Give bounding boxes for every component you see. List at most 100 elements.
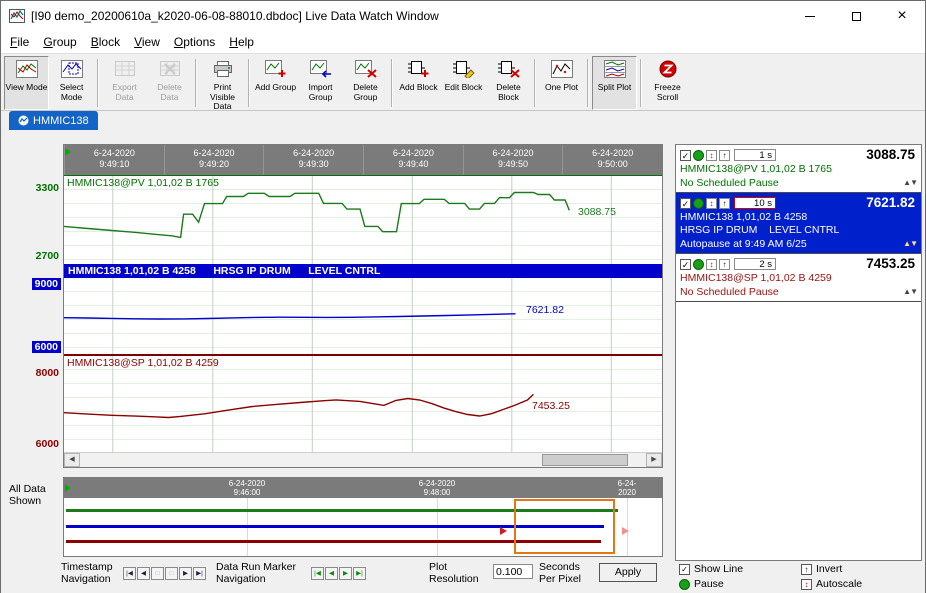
timestamp-page-back-button[interactable]: □	[151, 567, 164, 580]
show-line-checkbox[interactable]: ✓	[680, 259, 691, 270]
current-value: 7453.25	[866, 256, 915, 271]
toolbar-separator	[391, 59, 393, 107]
maximize-button[interactable]	[833, 1, 879, 31]
plot-pv: HMMIC138@PV 1,01,02 B 1765 3088.75	[64, 175, 662, 264]
pause-indicator-icon[interactable]	[693, 259, 704, 270]
show-line-checkbox[interactable]: ✓	[680, 150, 691, 161]
pause-indicator-icon[interactable]	[693, 198, 704, 209]
edit-block-button[interactable]: Edit Block	[441, 56, 486, 110]
autoscale-icon[interactable]: ↕	[706, 150, 717, 161]
add-block-button[interactable]: Add Block	[396, 56, 441, 110]
print-visible-data-button[interactable]: Print Visible Data	[200, 56, 245, 110]
y-tick: 2700	[36, 250, 59, 262]
autoscale-icon[interactable]: ↕	[706, 259, 717, 270]
edit-block-icon	[453, 60, 475, 81]
block-descriptor-2: HRSG IP DRUM LEVEL CNTRL	[680, 224, 917, 237]
pause-indicator-icon[interactable]	[693, 150, 704, 161]
current-time-marker-icon	[65, 148, 71, 156]
delete-data-button: Delete Data	[147, 56, 192, 110]
sp-series-label: HMMIC138@SP 1,01,02 B 4259	[67, 357, 219, 369]
split-plot-button[interactable]: Split Plot	[592, 56, 637, 110]
watch-item-cntrl[interactable]: ✓ ↕ ↑ 10 s 7621.82 HMMIC138 1,01,02 B 42…	[676, 193, 921, 254]
menu-file[interactable]: File	[3, 33, 36, 51]
marker-next-button[interactable]: ▶	[339, 567, 352, 580]
selected-plot-title-bar[interactable]: HMMIC138 1,01,02 B 4258 HRSG IP DRUM LEV…	[64, 264, 662, 278]
freeze-scroll-button[interactable]: Freeze Scroll	[645, 56, 690, 110]
view-range-right-marker-icon[interactable]	[622, 527, 629, 535]
app-icon	[9, 8, 25, 24]
reorder-arrows-icon[interactable]: ▲▼	[903, 285, 917, 299]
invert-icon[interactable]: ↑	[719, 150, 730, 161]
scroll-right-button[interactable]: ▶	[646, 453, 662, 467]
y-tick: 6000	[32, 341, 61, 353]
pause-status: Autopause at 9:49 AM 6/25 ▲▼	[680, 237, 917, 251]
y-tick: 9000	[32, 278, 61, 290]
close-button[interactable]: ×	[879, 1, 925, 31]
tab-hmmic138[interactable]: HMMIC138	[9, 111, 98, 130]
overview-body[interactable]	[64, 498, 662, 556]
toolbar-separator	[195, 59, 197, 107]
import-group-button[interactable]: Import Group	[298, 56, 343, 110]
timestamp-page-fwd-button[interactable]: □	[165, 567, 178, 580]
pause-status: No Scheduled Pause ▲▼	[680, 285, 917, 299]
menu-group[interactable]: Group	[36, 33, 83, 51]
add-group-icon	[265, 60, 287, 81]
show-line-checkbox[interactable]: ✓	[680, 198, 691, 209]
sample-rate-box[interactable]: 2 s	[734, 258, 776, 270]
horizontal-scrollbar[interactable]: ◀ ▶	[64, 452, 662, 467]
marker-last-button[interactable]: ▶|	[353, 567, 366, 580]
bottom-controls: Timestamp Navigation |◀ ◀ □ □ ▶ ▶| Data …	[9, 559, 663, 593]
one-plot-button[interactable]: One Plot	[539, 56, 584, 110]
export-data-icon	[114, 60, 136, 81]
view-mode-button[interactable]: View Mode	[4, 56, 49, 110]
invert-icon[interactable]: ↑	[719, 259, 730, 270]
minimize-button[interactable]	[787, 1, 833, 31]
reorder-arrows-icon[interactable]: ▲▼	[903, 237, 917, 251]
sample-rate-box[interactable]: 1 s	[734, 149, 776, 161]
toolbar: View Mode Select Mode Export Data Delete…	[1, 53, 925, 111]
legend-invert: ↑ Invert	[801, 563, 842, 575]
marker-first-button[interactable]: |◀	[311, 567, 324, 580]
show-line-legend-checkbox-icon: ✓	[679, 564, 690, 575]
main-area: 3300 2700 9000 6000 8000 6000 6-24-2020 …	[1, 131, 925, 593]
time-tick: 6-24-2020 9:49:50	[463, 145, 563, 175]
timestamp-prev-button[interactable]: ◀	[137, 567, 150, 580]
time-axis-header: 6-24-2020 9:49:10 6-24-2020 9:49:20 6-24…	[64, 145, 662, 175]
timestamp-next-button[interactable]: ▶	[179, 567, 192, 580]
menu-block[interactable]: Block	[84, 33, 127, 51]
resolution-input[interactable]	[493, 564, 533, 579]
printer-icon	[212, 60, 234, 81]
legend-show-line: ✓ Show Line	[679, 563, 743, 575]
timestamp-first-button[interactable]: |◀	[123, 567, 136, 580]
import-group-icon	[310, 60, 332, 81]
units-label: Seconds Per Pixel	[539, 561, 581, 585]
menu-view[interactable]: View	[127, 33, 167, 51]
menu-help[interactable]: Help	[222, 33, 261, 51]
plot-area[interactable]: 6-24-2020 9:49:10 6-24-2020 9:49:20 6-24…	[63, 144, 663, 468]
scroll-left-button[interactable]: ◀	[64, 453, 80, 467]
overview-section: All Data Shown 6-24-2020 9:46:00 6-24-20…	[9, 477, 663, 558]
watch-item-sp[interactable]: ✓ ↕ ↑ 2 s 7453.25 HMMIC138@SP 1,01,02 B …	[676, 254, 921, 302]
marker-prev-button[interactable]: ◀	[325, 567, 338, 580]
autoscale-icon[interactable]: ↕	[706, 198, 717, 209]
watch-item-pv[interactable]: ✓ ↕ ↑ 1 s 3088.75 HMMIC138@PV 1,01,02 B …	[676, 145, 921, 193]
toolbar-separator	[97, 59, 99, 107]
scrollbar-thumb[interactable]	[542, 454, 628, 466]
apply-button[interactable]: Apply	[599, 563, 657, 582]
invert-icon[interactable]: ↑	[719, 198, 730, 209]
delete-block-button[interactable]: Delete Block	[486, 56, 531, 110]
visible-range-selection-box[interactable]	[514, 499, 615, 554]
menu-options[interactable]: Options	[167, 33, 222, 51]
select-mode-button[interactable]: Select Mode	[49, 56, 94, 110]
view-mode-icon	[16, 60, 38, 81]
pv-trend-line	[64, 176, 662, 265]
add-group-button[interactable]: Add Group	[253, 56, 298, 110]
sample-rate-box[interactable]: 10 s	[734, 197, 776, 209]
view-range-left-marker-icon[interactable]	[500, 527, 507, 535]
timestamp-last-button[interactable]: ▶|	[193, 567, 206, 580]
y-axis-gutter: 3300 2700 9000 6000 8000 6000	[9, 144, 63, 470]
overview-plot[interactable]: 6-24-2020 9:46:00 6-24-2020 9:48:00 6-24…	[63, 477, 663, 557]
tab-icon	[18, 115, 29, 126]
delete-group-button[interactable]: Delete Group	[343, 56, 388, 110]
reorder-arrows-icon[interactable]: ▲▼	[903, 176, 917, 190]
